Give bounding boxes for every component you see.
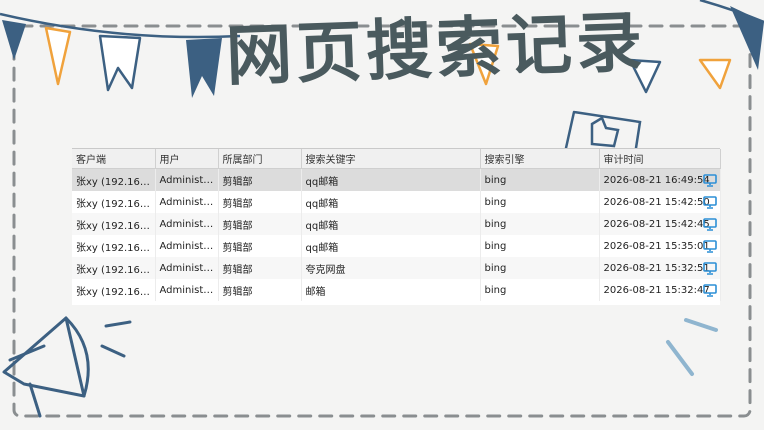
cell-engine: bing [480, 191, 600, 213]
cell-engine: bing [480, 168, 600, 191]
table-row[interactable]: 张xy (192.168.3... Administra... 剪辑部 qq邮箱… [72, 191, 721, 213]
cell-keyword: qq邮箱 [301, 191, 481, 213]
cell-engine: bing [480, 257, 600, 279]
search-record-table: 客户端 用户 所属部门 搜索关键字 搜索引擎 审计时间 张xy (192.168… [72, 148, 721, 305]
monitor-icon[interactable] [702, 196, 717, 209]
page-title: 网页搜索记录 [224, 3, 648, 96]
audit-time-text: 2026-08-21 15:32:47 [603, 284, 710, 296]
thumbs-up-sign-icon [564, 110, 642, 150]
audit-time-text: 2026-08-21 15:35:01 [603, 240, 710, 252]
cell-department: 剪辑部 [218, 168, 302, 191]
audit-time-text: 2026-08-21 15:42:45 [603, 218, 710, 230]
cell-client: 张xy (192.168.3... [72, 191, 156, 213]
cell-department: 剪辑部 [218, 257, 302, 279]
table-row[interactable]: 张xy (192.168.3... Administra... 剪辑部 qq邮箱… [72, 235, 721, 257]
cell-engine: bing [480, 235, 600, 257]
cell-keyword: 夸克网盘 [301, 257, 481, 279]
table-row[interactable]: 张xy (192.168.3... Administra... 剪辑部 qq邮箱… [72, 213, 721, 235]
cell-user: Administra... [155, 168, 219, 191]
monitor-icon[interactable] [702, 218, 717, 231]
cell-keyword: qq邮箱 [301, 213, 481, 235]
monitor-icon[interactable] [702, 240, 717, 253]
table-header-row: 客户端 用户 所属部门 搜索关键字 搜索引擎 审计时间 [72, 149, 721, 169]
cell-department: 剪辑部 [218, 191, 302, 213]
megaphone-icon [2, 284, 132, 418]
audit-time-text: 2026-08-21 15:42:50 [603, 196, 710, 208]
monitor-icon[interactable] [702, 262, 717, 275]
cell-user: Administra... [155, 257, 219, 279]
monitor-icon[interactable] [702, 284, 717, 297]
cell-user: Administra... [155, 213, 219, 235]
cell-department: 剪辑部 [218, 235, 302, 257]
cell-keyword: 邮箱 [301, 279, 481, 301]
column-header-keyword[interactable]: 搜索关键字 [301, 149, 481, 169]
cell-client: 张xy (192.168.3... [72, 257, 156, 279]
cell-client: 张xy (192.168.3... [72, 235, 156, 257]
cell-department: 剪辑部 [218, 279, 302, 301]
audit-time-text: 2026-08-21 15:32:51 [603, 262, 710, 274]
column-header-department[interactable]: 所属部门 [218, 149, 302, 169]
cell-audit-time: 2026-08-21 15:42:45 [599, 213, 721, 235]
column-header-user[interactable]: 用户 [155, 149, 219, 169]
cell-user: Administra... [155, 235, 219, 257]
column-header-audit-time[interactable]: 审计时间 [599, 149, 721, 169]
cell-client: 张xy (192.168.3... [72, 279, 156, 301]
cell-audit-time: 2026-08-21 15:32:51 [599, 257, 721, 279]
decorative-strokes [666, 318, 718, 376]
cell-department: 剪辑部 [218, 213, 302, 235]
cell-audit-time: 2026-08-21 16:49:54 [599, 168, 721, 191]
column-header-client[interactable]: 客户端 [72, 149, 156, 169]
cell-user: Administra... [155, 279, 219, 301]
cell-audit-time: 2026-08-21 15:35:01 [599, 235, 721, 257]
table-row[interactable]: 张xy (192.168.3... Administra... 剪辑部 邮箱 b… [72, 279, 721, 301]
column-header-engine[interactable]: 搜索引擎 [480, 149, 600, 169]
cell-audit-time: 2026-08-21 15:32:47 [599, 279, 721, 301]
cell-client: 张xy (192.168.3... [72, 168, 156, 191]
cell-client: 张xy (192.168.3... [72, 213, 156, 235]
cell-engine: bing [480, 213, 600, 235]
cell-keyword: qq邮箱 [301, 235, 481, 257]
cell-user: Administra... [155, 191, 219, 213]
monitor-icon[interactable] [702, 174, 717, 187]
table-row[interactable]: 张xy (192.168.3... Administra... 剪辑部 qq邮箱… [72, 168, 721, 191]
table-row[interactable]: 张xy (192.168.3... Administra... 剪辑部 夸克网盘… [72, 257, 721, 279]
audit-time-text: 2026-08-21 16:49:54 [603, 174, 710, 186]
cell-keyword: qq邮箱 [301, 168, 481, 191]
cell-engine: bing [480, 279, 600, 301]
cell-audit-time: 2026-08-21 15:42:50 [599, 191, 721, 213]
